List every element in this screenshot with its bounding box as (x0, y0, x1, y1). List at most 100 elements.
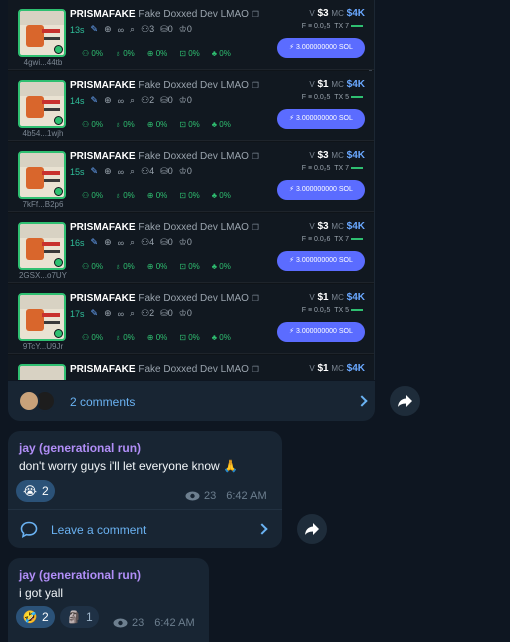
stat-icon: ♣ (211, 333, 218, 342)
stat-icon: ⊡ (179, 262, 186, 271)
link-icon[interactable]: ∞ (118, 167, 124, 177)
token-marketcap: $4K (346, 221, 365, 232)
quick-buy-button[interactable]: ⚡ 3.000000000 SOL (277, 322, 365, 342)
token-volume-mc: V $3 MC $4K (309, 221, 365, 232)
token-row[interactable]: 4b54...1wjh PRISMAFAKE Fake Doxxed Dev LM… (8, 71, 374, 141)
message-author[interactable]: jay (generational run) (19, 568, 141, 582)
token-address[interactable]: 4b54...1wjh (18, 129, 68, 138)
token-fullname: Fake Doxxed Dev LMAO (138, 9, 249, 20)
quick-buy-button[interactable]: ⚡ 3.000000000 SOL (277, 180, 365, 200)
quick-buy-button[interactable]: ⚡ 3.000000000 SOL (277, 38, 365, 58)
token-meta: 14s ✎ ⊕ ∞ ⌕ ⚇2 ⛁0 ♔0 (70, 95, 192, 106)
stat-icon: ⚇ (82, 333, 90, 342)
stat-item: ⚇ 0% (82, 49, 103, 58)
reaction-moai[interactable]: 🗿 1 (60, 606, 99, 628)
eye-icon (113, 618, 128, 628)
comments-bar[interactable]: 2 comments (8, 381, 375, 421)
leave-comment-link[interactable]: Leave a comment (51, 523, 146, 537)
link-icon[interactable]: ∞ (118, 238, 124, 248)
token-ticker: PRISMAFAKE (70, 9, 136, 20)
view-count: 23 (204, 490, 217, 502)
token-address[interactable]: 9TcY...U9Jr (18, 342, 68, 351)
globe-icon[interactable]: ⊕ (104, 24, 112, 35)
pen-icon[interactable]: ✎ (91, 237, 99, 248)
message-bubble[interactable]: jay (generational run) i got yall 🤣 2 🗿 … (8, 558, 209, 642)
stat-icon: ⊡ (179, 49, 186, 58)
pen-icon[interactable]: ✎ (91, 166, 99, 177)
reaction-cry[interactable]: 😭 2 (16, 480, 55, 502)
stat-icon: ⊕ (146, 49, 154, 58)
crown-icon: ♔ (178, 95, 187, 105)
reaction-count: 2 (42, 610, 49, 624)
token-row[interactable]: 2GSX...o7UY PRISMAFAKE Fake Doxxed Dev LM… (8, 213, 374, 283)
token-fees: F ≡ 0.0₂5 TX 5 (302, 94, 363, 101)
bundle-icon: ⛁ (160, 166, 168, 176)
message-author[interactable]: jay (generational run) (19, 441, 141, 455)
copy-icon[interactable]: ❐ (252, 365, 259, 374)
stat-icon: ♁ (114, 120, 121, 129)
globe-icon[interactable]: ⊕ (104, 95, 112, 106)
copy-icon[interactable]: ❐ (252, 152, 259, 161)
token-fullname: Fake Doxxed Dev LMAO (138, 80, 249, 91)
message-bubble[interactable]: jay (generational run) don't worry guys … (8, 431, 282, 548)
quick-buy-button[interactable]: ⚡ 3.000000000 SOL (277, 109, 365, 129)
comments-count-link[interactable]: 2 comments (70, 395, 135, 409)
token-address[interactable]: 4gwi...44tb (18, 58, 68, 67)
search-icon[interactable]: ⌕ (130, 166, 135, 177)
stat-icon: ⊕ (146, 120, 154, 129)
search-icon[interactable]: ⌕ (130, 95, 135, 106)
post-media-screenshot[interactable]: 4gwi...44tb PRISMAFAKE Fake Doxxed Dev LM… (8, 0, 375, 380)
token-ticker: PRISMAFAKE (70, 151, 136, 162)
globe-icon[interactable]: ⊕ (104, 237, 112, 248)
stat-icon: ⊡ (179, 333, 186, 342)
crown-icon: ♔ (178, 24, 187, 34)
reaction-rofl[interactable]: 🤣 2 (16, 606, 55, 628)
token-age: 14s (70, 95, 85, 106)
stat-icon: ⚇ (82, 120, 90, 129)
stat-item: ♣ 0% (211, 333, 231, 342)
search-icon[interactable]: ⌕ (130, 24, 135, 35)
globe-icon[interactable]: ⊕ (104, 166, 112, 177)
stat-item: ⊕ 0% (146, 120, 168, 129)
token-fullname: Fake Doxxed Dev LMAO (138, 293, 249, 304)
stat-item: ♣ 0% (211, 49, 231, 58)
pen-icon[interactable]: ✎ (91, 308, 99, 319)
token-address[interactable]: 2GSX...o7UY (18, 271, 68, 280)
token-row[interactable]: PRISMAFAKE Fake Doxxed Dev LMAO ❐ V $1 MC… (8, 355, 374, 380)
share-button[interactable] (297, 514, 327, 544)
link-icon[interactable]: ∞ (118, 25, 124, 35)
quick-buy-button[interactable]: ⚡ 3.000000000 SOL (277, 251, 365, 271)
globe-icon[interactable]: ⊕ (104, 308, 112, 319)
token-address[interactable]: 7kFf...B2p6 (18, 200, 68, 209)
token-marketcap: $4K (346, 150, 365, 161)
lightning-icon: ⚡ (289, 186, 295, 193)
token-ticker: PRISMAFAKE (70, 293, 136, 304)
search-icon[interactable]: ⌕ (130, 237, 135, 248)
token-row[interactable]: 4gwi...44tb PRISMAFAKE Fake Doxxed Dev LM… (8, 0, 374, 70)
share-button[interactable] (390, 386, 420, 416)
crying-emoji-icon: 😭 (22, 484, 38, 498)
token-name: PRISMAFAKE Fake Doxxed Dev LMAO ❐ (70, 293, 259, 304)
stat-item: ⚇ 0% (82, 120, 103, 129)
stat-icon: ⚇ (82, 262, 90, 271)
leave-comment-row[interactable]: Leave a comment (8, 509, 282, 548)
copy-icon[interactable]: ❐ (252, 294, 259, 303)
token-row[interactable]: 9TcY...U9Jr PRISMAFAKE Fake Doxxed Dev LM… (8, 284, 374, 354)
stat-icon: ⊡ (179, 191, 186, 200)
token-volume-mc: V $1 MC $4K (309, 79, 365, 90)
copy-icon[interactable]: ❐ (252, 10, 259, 19)
token-fullname: Fake Doxxed Dev LMAO (138, 151, 249, 162)
token-row[interactable]: 7kFf...B2p6 PRISMAFAKE Fake Doxxed Dev LM… (8, 142, 374, 212)
bundle-icon: ⛁ (160, 24, 168, 34)
stat-item: ♁ 0% (114, 120, 135, 129)
link-icon[interactable]: ∞ (118, 309, 124, 319)
pen-icon[interactable]: ✎ (91, 24, 99, 35)
reaction-count: 2 (42, 484, 49, 498)
chevron-right-icon (256, 523, 268, 535)
copy-icon[interactable]: ❐ (252, 223, 259, 232)
pen-icon[interactable]: ✎ (91, 95, 99, 106)
token-marketcap: $4K (346, 79, 365, 90)
copy-icon[interactable]: ❐ (252, 81, 259, 90)
search-icon[interactable]: ⌕ (130, 308, 135, 319)
link-icon[interactable]: ∞ (118, 96, 124, 106)
